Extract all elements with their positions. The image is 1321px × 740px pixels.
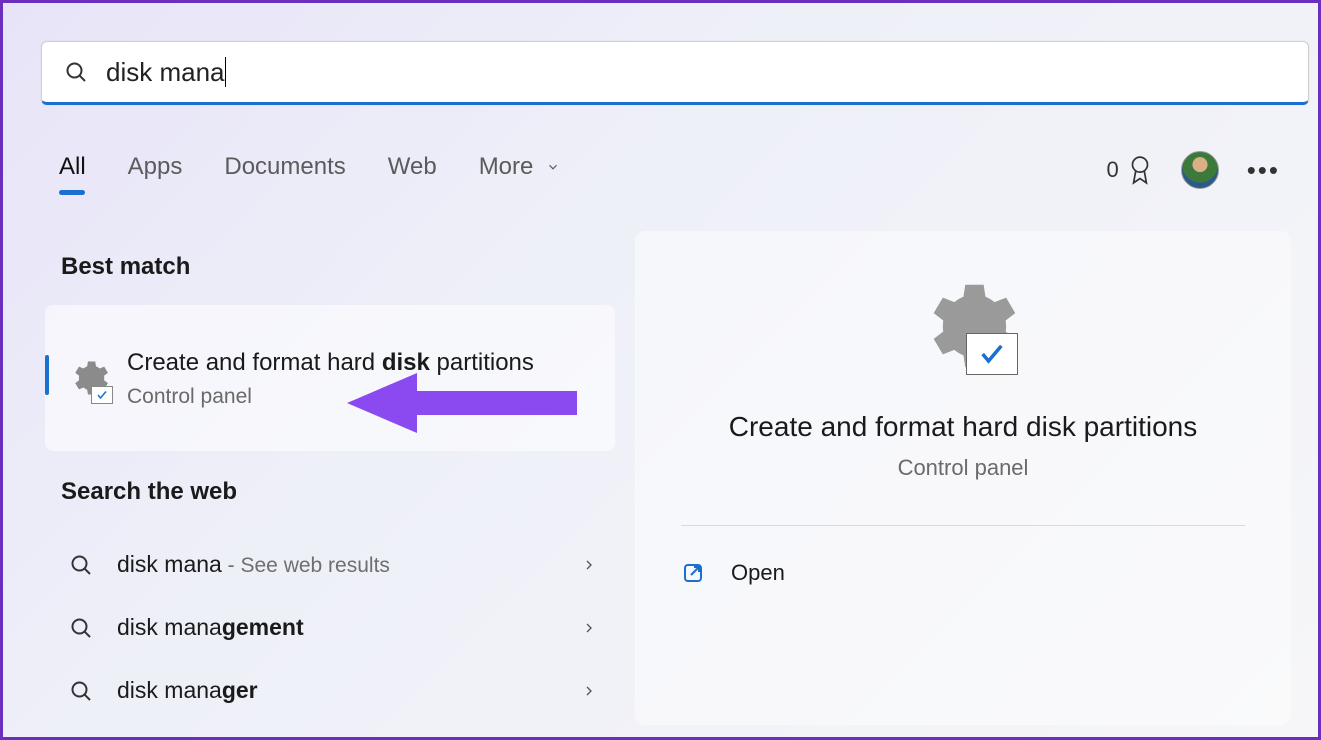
tab-all[interactable]: All bbox=[59, 153, 86, 181]
header-actions: 0 ••• bbox=[1106, 151, 1280, 189]
web-result-1[interactable]: disk mana - See web results bbox=[45, 533, 615, 596]
rewards-count: 0 bbox=[1106, 157, 1118, 183]
tab-documents[interactable]: Documents bbox=[224, 153, 345, 181]
search-icon bbox=[69, 553, 93, 577]
chevron-right-icon bbox=[581, 683, 597, 699]
detail-subtitle: Control panel bbox=[898, 455, 1029, 481]
search-icon bbox=[69, 616, 93, 640]
tab-apps[interactable]: Apps bbox=[128, 153, 183, 181]
control-panel-icon bbox=[65, 356, 109, 400]
medal-icon bbox=[1127, 155, 1153, 185]
web-result-2[interactable]: disk management bbox=[45, 596, 615, 659]
more-options-button[interactable]: ••• bbox=[1247, 155, 1280, 186]
chevron-right-icon bbox=[581, 557, 597, 573]
checkmark-icon bbox=[973, 340, 1011, 368]
avatar[interactable] bbox=[1181, 151, 1219, 189]
web-results-list: disk mana - See web results disk managem… bbox=[45, 533, 615, 722]
open-label: Open bbox=[731, 560, 785, 586]
search-web-heading: Search the web bbox=[61, 478, 237, 506]
separator bbox=[681, 525, 1245, 526]
chevron-right-icon bbox=[581, 620, 597, 636]
search-bar[interactable]: disk mana bbox=[41, 41, 1309, 105]
search-icon bbox=[69, 679, 93, 703]
best-match-heading: Best match bbox=[61, 253, 190, 281]
detail-pane: Create and format hard disk partitions C… bbox=[635, 231, 1291, 725]
rewards-counter[interactable]: 0 bbox=[1106, 155, 1152, 185]
filter-tabs: All Apps Documents Web More bbox=[59, 153, 560, 181]
annotation-arrow bbox=[347, 373, 577, 443]
web-result-3[interactable]: disk manager bbox=[45, 659, 615, 722]
tab-web[interactable]: Web bbox=[388, 153, 437, 181]
checkmark-icon bbox=[94, 389, 110, 401]
tab-more-label: More bbox=[479, 153, 534, 180]
chevron-down-icon bbox=[546, 160, 560, 174]
open-icon bbox=[681, 561, 705, 585]
tab-more[interactable]: More bbox=[479, 153, 560, 181]
open-action[interactable]: Open bbox=[681, 560, 785, 586]
detail-icon bbox=[908, 271, 1018, 381]
detail-title: Create and format hard disk partitions bbox=[729, 411, 1197, 443]
